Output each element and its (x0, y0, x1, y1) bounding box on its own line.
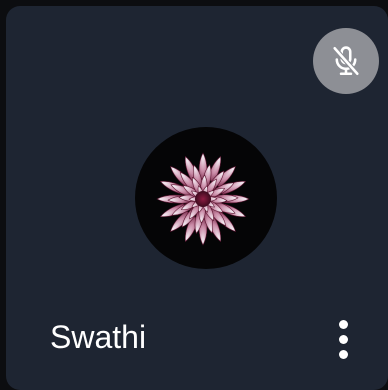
mic-off-icon (332, 45, 360, 77)
more-vert-icon-dot (338, 319, 348, 329)
mic-off-indicator[interactable] (313, 28, 379, 94)
flower-center (195, 191, 211, 207)
participant-tile[interactable]: Swathi (6, 6, 388, 390)
participant-name: Swathi (50, 319, 147, 355)
more-vert-icon-dot (338, 349, 348, 359)
avatar (135, 127, 277, 269)
more-options-button[interactable] (324, 311, 362, 367)
more-vert-icon-dot (338, 334, 348, 344)
flower-avatar-image (156, 152, 250, 246)
